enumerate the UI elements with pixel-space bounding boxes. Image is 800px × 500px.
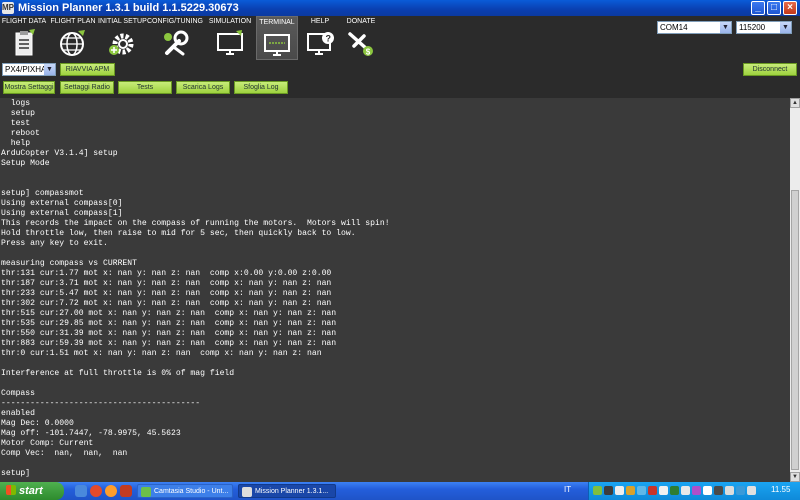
desktop-icon[interactable] (75, 485, 87, 497)
terminal-scrollbar[interactable]: ▲ ▼ (790, 98, 800, 482)
language-indicator[interactable]: IT (564, 485, 571, 494)
monitor-icon (217, 30, 243, 55)
plane-dollar-icon: $ (348, 32, 373, 57)
svg-text:$: $ (366, 48, 371, 57)
menu-label: INITIAL SETUP (98, 18, 147, 25)
menu-label: TERMINAL (259, 19, 295, 26)
tray-icon[interactable] (659, 486, 668, 495)
port-value: COM14 (660, 23, 688, 32)
minimize-button[interactable]: _ (751, 1, 765, 15)
task-label: Mission Planner 1.3.1... (255, 488, 329, 495)
chrome-icon[interactable] (90, 485, 102, 497)
show-settings-button[interactable]: Mostra Settaggi (3, 81, 55, 94)
scroll-down-icon[interactable]: ▼ (790, 472, 800, 482)
start-button[interactable]: start (0, 482, 64, 500)
menu-config-tuning[interactable]: CONFIG/TUNING (146, 16, 204, 60)
tests-button[interactable]: Tests (118, 81, 172, 94)
reboot-button[interactable]: RIAVVIA APM (60, 63, 115, 76)
maximize-button[interactable]: □ (767, 1, 781, 15)
tray-icon[interactable] (648, 486, 657, 495)
tray-icon[interactable] (736, 486, 745, 495)
tray-icon[interactable] (681, 486, 690, 495)
tray-icon[interactable] (626, 486, 635, 495)
radio-settings-button[interactable]: Settaggi Radio (60, 81, 114, 94)
menu-initial-setup[interactable]: INITIAL SETUP (98, 16, 147, 60)
port-select[interactable]: COM14 ▼ (657, 21, 732, 34)
menu-label: CONFIG/TUNING (147, 18, 203, 25)
start-label: start (19, 485, 43, 497)
clock: 11.55 (771, 485, 791, 494)
download-logs-button[interactable]: Scarica Logs (176, 81, 230, 94)
tray-icon[interactable] (692, 486, 701, 495)
menu-donate[interactable]: DONATE $ (342, 16, 380, 60)
menu-flight-plan[interactable]: FLIGHT PLAN (48, 16, 98, 60)
mp-logo-icon: MP (2, 2, 14, 14)
clipboard-icon (15, 29, 35, 56)
menu-label: FLIGHT DATA (1, 18, 47, 25)
scroll-up-icon[interactable]: ▲ (790, 98, 800, 108)
board-select[interactable]: PX4/PIXHA ▼ (2, 63, 56, 76)
window-title: Mission Planner 1.3.1 build 1.1.5229.306… (18, 2, 239, 14)
globe-icon (60, 30, 85, 56)
media-icon[interactable] (120, 485, 132, 497)
close-button[interactable]: × (783, 1, 797, 15)
tray-icon[interactable] (604, 486, 613, 495)
task-camtasia[interactable]: Camtasia Studio - Unt... (137, 484, 233, 498)
gear-plus-icon (109, 33, 134, 55)
browse-log-button[interactable]: Sfoglia Log (234, 81, 288, 94)
baud-select[interactable]: 115200 ▼ (736, 21, 792, 34)
menu-label: HELP (310, 18, 330, 25)
menu-terminal[interactable]: TERMINAL (256, 16, 298, 60)
volume-icon[interactable] (747, 486, 756, 495)
tray-icon[interactable] (637, 486, 646, 495)
camtasia-icon (141, 487, 151, 497)
terminal-toolbar: PX4/PIXHA ▼ RIAVVIA APM Disconnect Mostr… (0, 60, 800, 98)
tray-icon[interactable] (615, 486, 624, 495)
chevron-down-icon: ▼ (780, 22, 791, 33)
help-monitor-icon: ? (307, 32, 334, 55)
tray-icon[interactable] (593, 486, 602, 495)
baud-value: 115200 (739, 23, 766, 32)
chevron-down-icon: ▼ (720, 22, 731, 33)
terminal-text: logs setup test reboot help ArduCopter V… (1, 99, 390, 478)
menu-flight-data[interactable]: FLIGHT DATA (0, 16, 48, 60)
firefox-icon[interactable] (105, 485, 117, 497)
system-tray: 11.55 (588, 482, 800, 500)
task-label: Camtasia Studio - Unt... (154, 488, 229, 495)
network-icon[interactable] (714, 486, 723, 495)
terminal-monitor-icon (264, 34, 290, 56)
menu-label: SIMULATION (208, 18, 252, 25)
menu-label: FLIGHT PLAN (50, 18, 96, 25)
main-menu: FLIGHT DATA FLIGHT PLAN INITIAL SETUP CO… (0, 16, 800, 60)
board-value: PX4/PIXHA (5, 65, 47, 74)
windows-logo-icon (6, 485, 16, 495)
terminal-output[interactable]: logs setup test reboot help ArduCopter V… (0, 98, 790, 482)
taskbar: start Camtasia Studio - Unt... Mission P… (0, 482, 800, 500)
task-mission-planner[interactable]: Mission Planner 1.3.1... (238, 484, 336, 498)
scroll-thumb[interactable] (791, 190, 799, 470)
chevron-down-icon: ▼ (44, 64, 55, 75)
menu-simulation[interactable]: SIMULATION (204, 16, 256, 60)
svg-text:?: ? (326, 34, 332, 44)
menu-help[interactable]: HELP ? (298, 16, 342, 60)
tray-icon[interactable] (703, 486, 712, 495)
wrench-icon (164, 30, 189, 56)
mp-logo-icon (242, 487, 252, 497)
title-bar: MP Mission Planner 1.3.1 build 1.1.5229.… (0, 0, 800, 16)
menu-label: DONATE (346, 18, 376, 25)
tray-icon[interactable] (670, 486, 679, 495)
disconnect-button[interactable]: Disconnect (743, 63, 797, 76)
tray-icon[interactable] (725, 486, 734, 495)
